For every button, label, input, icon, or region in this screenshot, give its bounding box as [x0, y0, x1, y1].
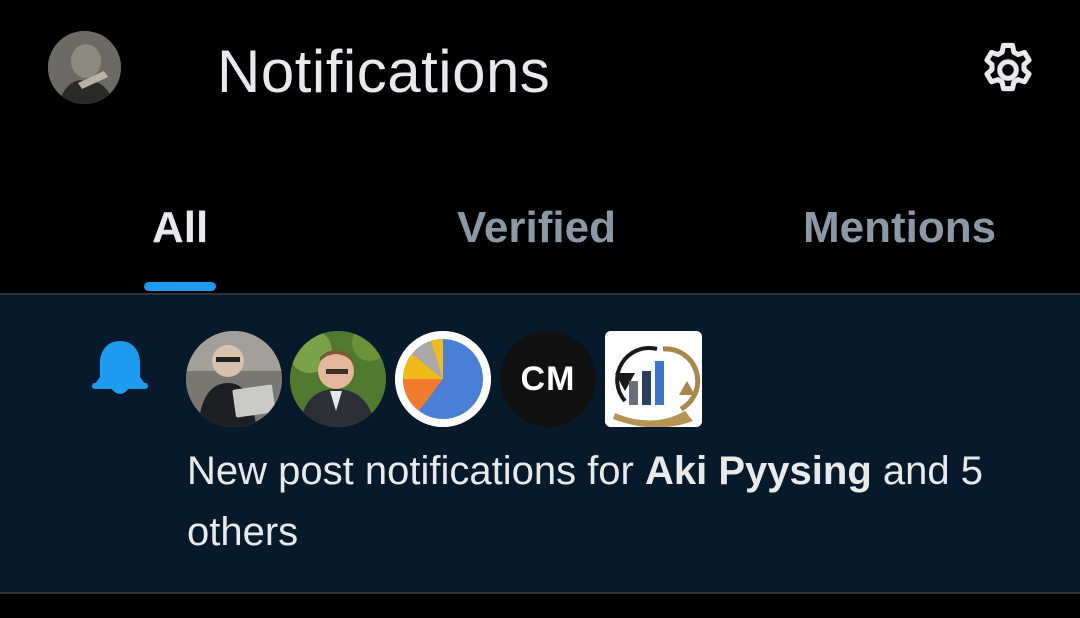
profile-avatar[interactable] [48, 31, 121, 104]
settings-button[interactable] [970, 32, 1046, 108]
notification-item[interactable]: CM New post notifications for Aki Pyysin… [0, 295, 1080, 592]
bell-icon [92, 341, 148, 394]
page-title: Notifications [217, 38, 551, 105]
tab-all-label: All [152, 203, 209, 252]
tab-mentions-label: Mentions [803, 203, 997, 252]
pie-chart-avatar[interactable] [395, 331, 491, 427]
bar-chart-logo-avatar[interactable] [605, 331, 702, 427]
gear-icon [984, 42, 1032, 92]
notification-author-name[interactable]: Aki Pyysing [645, 449, 872, 493]
person-with-laptop-avatar[interactable] [186, 331, 282, 427]
cm-avatar-label: CM [520, 359, 576, 398]
tab-verified-label: Verified [457, 203, 616, 252]
active-tab-indicator [144, 282, 216, 291]
person-with-laptop-image [186, 331, 282, 427]
top-app-bar: Notifications [0, 0, 1080, 140]
bar-chart-logo-image [605, 331, 702, 427]
divider [0, 592, 1080, 594]
tab-bar: All Verified Mentions [0, 180, 1080, 294]
person-portrait-avatar[interactable] [290, 331, 386, 427]
notification-text: New post notifications for Aki Pyysing a… [187, 441, 1047, 563]
tab-verified[interactable]: Verified [360, 180, 720, 294]
notification-prefix: New post notifications for [187, 449, 645, 493]
profile-avatar-image [48, 31, 121, 104]
cm-avatar[interactable]: CM [500, 331, 596, 427]
tab-all[interactable]: All [0, 180, 360, 294]
person-portrait-image [290, 331, 386, 427]
pie-chart-logo-image [395, 331, 491, 427]
tab-mentions[interactable]: Mentions [720, 180, 1080, 294]
